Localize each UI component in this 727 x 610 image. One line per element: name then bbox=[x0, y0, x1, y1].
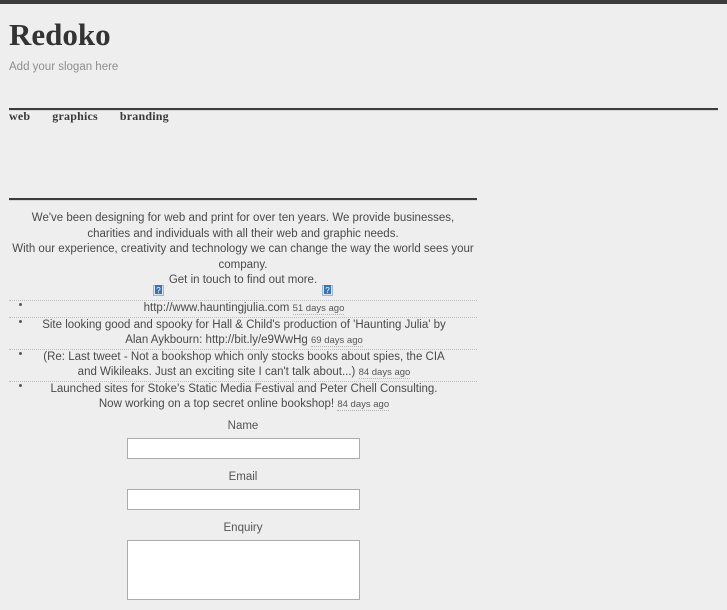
list-item: http://www.hauntingjulia.com 51 days ago bbox=[9, 300, 477, 317]
intro-line-2: With our experience, creativity and tech… bbox=[12, 243, 474, 271]
tweet-timestamp[interactable]: 84 days ago bbox=[337, 399, 390, 411]
field-email: Email bbox=[9, 469, 477, 510]
twitter-image-row bbox=[9, 285, 477, 299]
field-enquiry: Enquiry bbox=[9, 520, 477, 600]
broken-image-icon bbox=[322, 285, 333, 296]
site-slogan: Add your slogan here bbox=[9, 61, 119, 73]
tweet-body: Launched sites for Stoke's Static Media … bbox=[41, 382, 477, 413]
tweet-body: http://www.hauntingjulia.com 51 days ago bbox=[41, 301, 477, 317]
site-title: Redoko bbox=[9, 17, 111, 52]
list-bullet bbox=[19, 351, 22, 355]
tweet-body: Site looking good and spooky for Hall & … bbox=[41, 318, 477, 349]
field-label-enquiry: Enquiry bbox=[223, 522, 263, 534]
contact-form: Name Email Enquiry bbox=[9, 418, 477, 610]
tweet-text: Site looking good and spooky for Hall & … bbox=[42, 318, 446, 347]
intro-line-1: We've been designing for web and print f… bbox=[31, 212, 455, 240]
list-item: Site looking good and spooky for Hall & … bbox=[9, 316, 477, 349]
nav-item-graphics[interactable]: graphics bbox=[52, 109, 98, 124]
list-bullet bbox=[19, 319, 22, 323]
main-navigation: web graphics branding bbox=[9, 109, 169, 124]
tweet-timestamp[interactable]: 51 days ago bbox=[292, 303, 345, 315]
name-input[interactable] bbox=[126, 438, 360, 459]
tweet-link[interactable]: http://www.hauntingjulia.com bbox=[144, 302, 290, 314]
list-bullet bbox=[19, 383, 22, 387]
intro-paragraph: We've been designing for web and print f… bbox=[9, 211, 477, 289]
field-name: Name bbox=[9, 418, 477, 459]
enquiry-textarea[interactable] bbox=[126, 540, 360, 600]
broken-image-icon bbox=[153, 285, 164, 296]
nav-item-branding[interactable]: branding bbox=[120, 109, 169, 124]
list-item: (Re: Last tweet - Not a bookshop which o… bbox=[9, 348, 477, 381]
nav-item-web[interactable]: web bbox=[9, 109, 30, 124]
page-container: Redoko Add your slogan here web graphics b… bbox=[0, 4, 727, 600]
twitter-feed-list: http://www.hauntingjulia.com 51 days ago… bbox=[9, 300, 477, 413]
site-header: Redoko Add your slogan here bbox=[0, 4, 727, 74]
field-label-name: Name bbox=[227, 420, 259, 432]
tweet-timestamp[interactable]: 84 days ago bbox=[358, 367, 411, 379]
tweet-timestamp[interactable]: 69 days ago bbox=[311, 335, 363, 347]
list-bullet bbox=[19, 303, 22, 306]
email-input[interactable] bbox=[126, 489, 360, 510]
field-label-email: Email bbox=[228, 471, 258, 483]
list-item: Launched sites for Stoke's Static Media … bbox=[9, 380, 477, 413]
content-divider bbox=[9, 198, 477, 201]
tweet-body: (Re: Last tweet - Not a bookshop which o… bbox=[41, 350, 477, 381]
